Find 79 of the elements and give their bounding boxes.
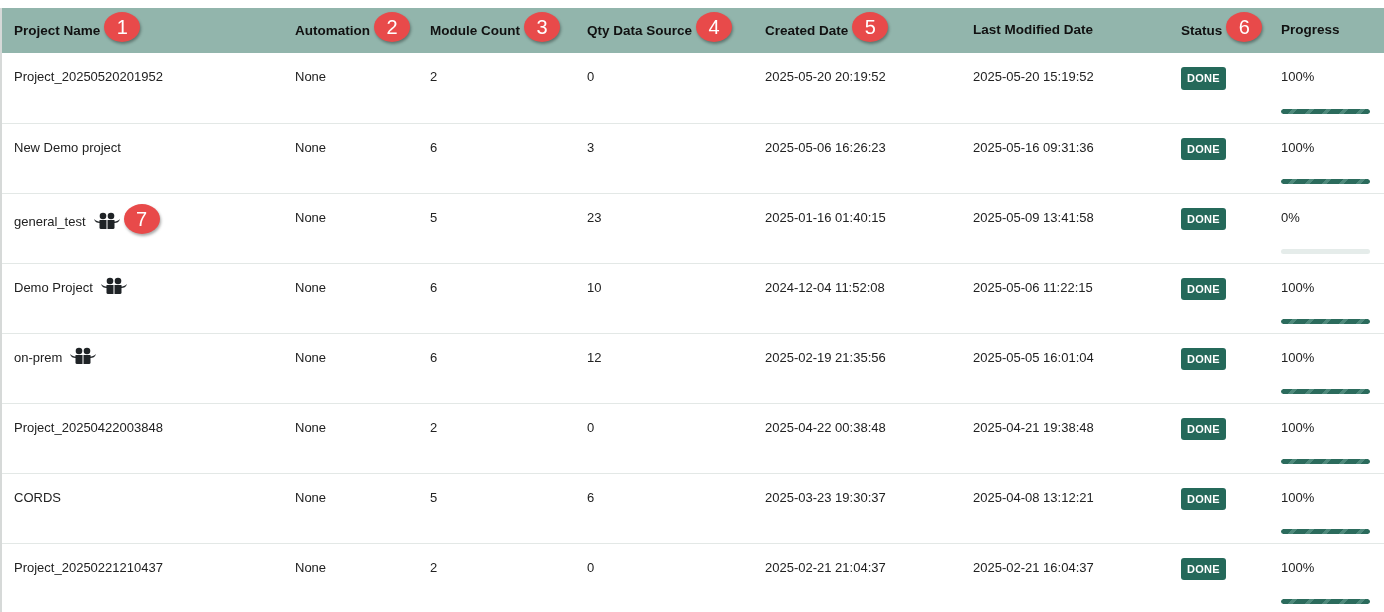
column-header: Last Modified Date xyxy=(973,22,1093,38)
progress-text: 100% xyxy=(1281,418,1316,437)
project-name: Project_20250221210437 xyxy=(14,559,163,575)
progress-text: 100% xyxy=(1281,278,1316,297)
progress-text: 0% xyxy=(1281,208,1301,227)
table-cell: 2025-03-23 19:30:37 xyxy=(765,489,886,505)
table-cell: 2 xyxy=(430,69,438,84)
table-cell: 2025-02-21 21:04:37 xyxy=(765,559,886,575)
project-name: Demo Project xyxy=(14,279,93,295)
table-cell: 2025-01-16 01:40:15 xyxy=(765,209,886,225)
progress-text: 100% xyxy=(1281,68,1316,86)
table-cell: 10 xyxy=(587,279,602,295)
table-cell: None xyxy=(295,209,327,225)
project-name: CORDS xyxy=(14,489,61,505)
callout-marker: 7 xyxy=(123,203,160,234)
table-cell: 2025-04-08 13:12:21 xyxy=(973,489,1094,505)
table-cell: 12 xyxy=(587,349,602,365)
status-badge: DONE xyxy=(1181,557,1226,580)
table-cell: 2025-05-16 09:31:36 xyxy=(973,139,1094,155)
table-cell: 2025-05-05 16:01:04 xyxy=(973,349,1094,365)
column-header: Module Count xyxy=(430,22,520,38)
status-badge: DONE xyxy=(1181,277,1226,300)
project-name: on-prem xyxy=(14,349,63,365)
table-cell: 2024-12-04 11:52:08 xyxy=(765,279,885,295)
progress-text: 100% xyxy=(1281,558,1316,577)
progress-text: 100% xyxy=(1281,348,1316,367)
table-cell: None xyxy=(295,349,327,365)
callout-marker: 6 xyxy=(1226,11,1263,42)
progress-text: 100% xyxy=(1281,138,1316,157)
table-cell: 2025-05-09 13:41:58 xyxy=(973,209,1094,225)
table-cell: None xyxy=(295,489,327,505)
table-cell: 5 xyxy=(430,489,438,505)
table-cell: 2025-05-06 16:26:23 xyxy=(765,139,886,155)
column-header: Project Name xyxy=(14,22,101,38)
table-cell: 2025-02-19 21:35:56 xyxy=(765,349,886,365)
table-cell: 0 xyxy=(587,69,595,84)
table-cell: 5 xyxy=(430,209,438,225)
status-badge: DONE xyxy=(1181,67,1226,90)
table-cell: 2025-05-06 11:22:15 xyxy=(973,279,1093,295)
status-badge: DONE xyxy=(1181,137,1226,160)
table-cell: 0 xyxy=(587,559,595,575)
table-cell: None xyxy=(295,559,327,575)
callout-marker: 4 xyxy=(696,11,733,42)
table-cell: 2025-05-20 20:19:52 xyxy=(765,69,886,84)
status-badge: DONE xyxy=(1181,347,1226,370)
status-badge: DONE xyxy=(1181,417,1226,440)
table-cell: 2025-05-20 15:19:52 xyxy=(973,69,1094,84)
table-cell: 2 xyxy=(430,419,438,435)
callout-marker: 3 xyxy=(524,11,560,42)
column-header: Progress xyxy=(1281,22,1340,38)
column-header: Automation xyxy=(295,22,370,38)
progress-text: 100% xyxy=(1281,488,1316,507)
status-badge: DONE xyxy=(1181,487,1226,510)
column-header: Status xyxy=(1181,22,1223,38)
project-name: Project_20250422003848 xyxy=(14,419,163,435)
callout-marker: 5 xyxy=(852,11,889,42)
project-name: New Demo project xyxy=(14,139,121,155)
project-name: general_test xyxy=(14,213,86,229)
table-cell: None xyxy=(295,139,327,155)
table-cell: None xyxy=(295,419,327,435)
table-cell: 2025-04-22 00:38:48 xyxy=(765,419,886,435)
table-cell: 2025-04-21 19:38:48 xyxy=(973,419,1094,435)
table-cell: 6 xyxy=(430,349,438,365)
table-cell: 0 xyxy=(587,419,595,435)
column-header: Qty Data Source xyxy=(587,22,693,38)
column-header: Created Date xyxy=(765,22,849,38)
table-cell: 3 xyxy=(587,139,595,155)
table-cell: 2025-02-21 16:04:37 xyxy=(973,559,1094,575)
table-cell: 6 xyxy=(587,489,595,505)
callout-marker: 2 xyxy=(374,11,410,42)
table-cell: 6 xyxy=(430,139,438,155)
table-cell: 2 xyxy=(430,559,438,575)
table-cell: None xyxy=(295,279,327,295)
project-name: Project_20250520201952 xyxy=(14,69,163,84)
callout-marker: 1 xyxy=(104,11,141,42)
table-cell: 6 xyxy=(430,279,438,295)
table-cell: None xyxy=(295,69,327,84)
status-badge: DONE xyxy=(1181,207,1226,230)
table-cell: 23 xyxy=(587,209,602,225)
